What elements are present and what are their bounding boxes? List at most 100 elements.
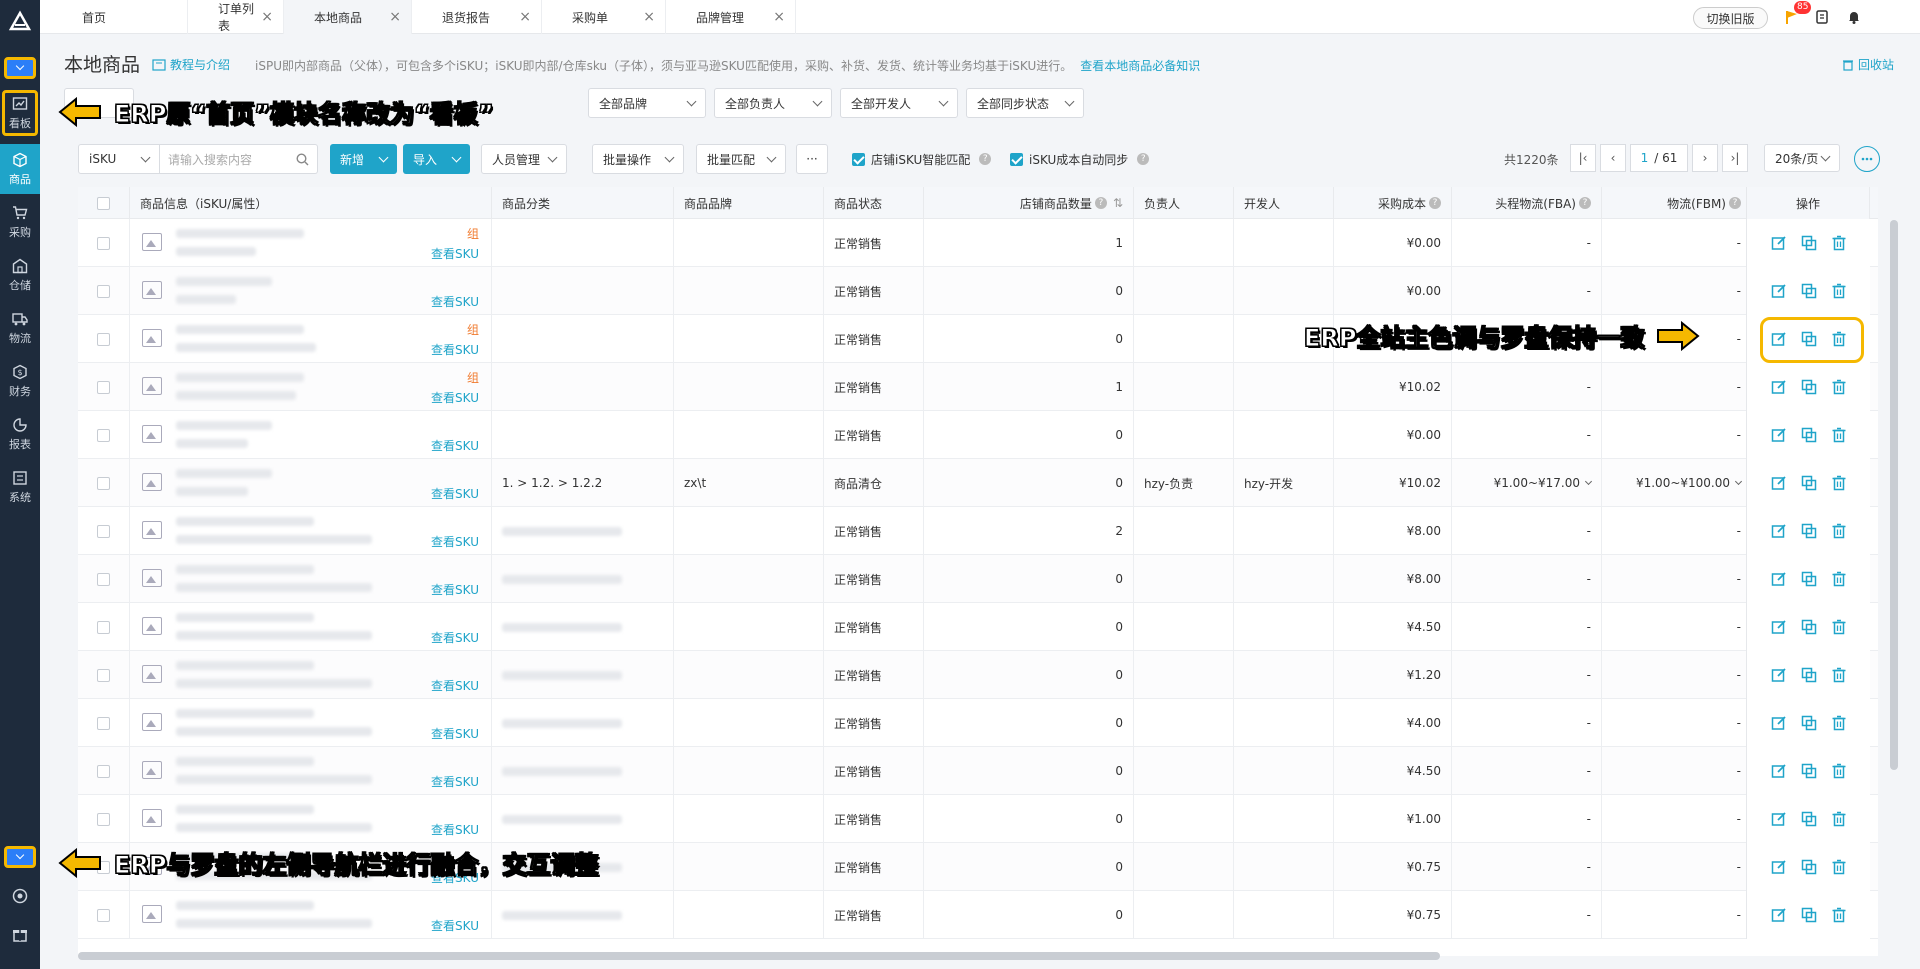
- search-icon[interactable]: [296, 152, 309, 166]
- delete-icon[interactable]: [1830, 570, 1848, 588]
- row-checkbox[interactable]: [97, 764, 110, 778]
- delete-icon[interactable]: [1830, 474, 1848, 492]
- sidebar-item-system[interactable]: 系统: [0, 462, 40, 512]
- settings-icon[interactable]: [1854, 146, 1880, 172]
- row-checkbox[interactable]: [97, 332, 110, 346]
- edit-icon[interactable]: [1770, 522, 1788, 540]
- table-row[interactable]: 查看SKU正常销售0¥8.00--手动: [78, 555, 1878, 603]
- delete-icon[interactable]: [1830, 762, 1848, 780]
- edit-icon[interactable]: [1770, 282, 1788, 300]
- row-checkbox[interactable]: [97, 236, 110, 250]
- sidebar-collapse-bottom[interactable]: [4, 846, 36, 868]
- sidebar-item-money[interactable]: $ 财务: [0, 356, 40, 406]
- page-size-select[interactable]: 20条/页: [1764, 144, 1840, 172]
- people-management-button[interactable]: 人员管理: [481, 144, 567, 174]
- search-input[interactable]: 请输入搜索内容: [160, 144, 318, 174]
- copy-icon[interactable]: [1800, 570, 1818, 588]
- edit-icon[interactable]: [1770, 378, 1788, 396]
- sidebar-collapse-top[interactable]: [4, 57, 36, 79]
- close-icon[interactable]: ×: [773, 9, 785, 25]
- table-row[interactable]: 查看SKU正常销售0¥0.00--手动: [78, 411, 1878, 459]
- sidebar-item-truck[interactable]: 物流: [0, 303, 40, 353]
- sidebar-item-chart[interactable]: 看板: [2, 90, 38, 136]
- edit-icon[interactable]: [1770, 714, 1788, 732]
- row-checkbox[interactable]: [97, 620, 110, 634]
- filter-brand[interactable]: 全部品牌: [588, 88, 706, 118]
- clipboard-icon[interactable]: [1812, 7, 1832, 27]
- edit-icon[interactable]: [1770, 474, 1788, 492]
- copy-icon[interactable]: [1800, 234, 1818, 252]
- view-sku-link[interactable]: 查看SKU: [431, 293, 479, 310]
- tab-4[interactable]: 采购单 ×: [542, 0, 666, 34]
- table-row[interactable]: 查看SKU正常销售0¥1.00--手动: [78, 795, 1878, 843]
- row-checkbox[interactable]: [97, 572, 110, 586]
- tab-3[interactable]: 退货报告 ×: [412, 0, 542, 34]
- delete-icon[interactable]: [1830, 378, 1848, 396]
- close-icon[interactable]: ×: [261, 9, 273, 25]
- sort-icon[interactable]: ⇅: [1113, 196, 1123, 210]
- table-row[interactable]: 查看SKU正常销售0¥4.50--手动: [78, 747, 1878, 795]
- delete-icon[interactable]: [1830, 810, 1848, 828]
- batch-match-button[interactable]: 批量匹配: [696, 144, 786, 174]
- tutorial-link[interactable]: 教程与介绍: [152, 56, 230, 73]
- search-type-select[interactable]: iSKU: [78, 144, 160, 174]
- edit-icon[interactable]: [1770, 762, 1788, 780]
- logo-icon[interactable]: [0, 0, 40, 44]
- row-checkbox[interactable]: [97, 428, 110, 442]
- table-row[interactable]: 查看SKU 1. > 1.2. > 1.2.2 zx\t 商品清仓 0 hzy-负责 hzy…: [78, 459, 1878, 507]
- edit-icon[interactable]: [1770, 426, 1788, 444]
- table-row[interactable]: 查看SKU正常销售0¥4.50--手动: [78, 603, 1878, 651]
- horizontal-scrollbar[interactable]: [78, 952, 1440, 960]
- delete-icon[interactable]: [1830, 522, 1848, 540]
- view-sku-link[interactable]: 查看SKU: [431, 245, 479, 262]
- delete-icon[interactable]: [1830, 906, 1848, 924]
- row-checkbox[interactable]: [97, 380, 110, 394]
- copy-icon[interactable]: [1800, 858, 1818, 876]
- delete-icon[interactable]: [1830, 618, 1848, 636]
- sidebar-item-cart[interactable]: 采购: [0, 197, 40, 247]
- add-button[interactable]: 新增: [330, 144, 397, 174]
- view-sku-link[interactable]: 查看SKU: [431, 533, 479, 550]
- view-sku-link[interactable]: 查看SKU: [431, 677, 479, 694]
- row-checkbox[interactable]: [97, 476, 110, 490]
- edit-icon[interactable]: [1770, 234, 1788, 252]
- copy-icon[interactable]: [1800, 762, 1818, 780]
- row-checkbox[interactable]: [97, 812, 110, 826]
- close-icon[interactable]: ×: [643, 9, 655, 25]
- flag-icon[interactable]: 85: [1782, 1, 1812, 27]
- view-sku-link[interactable]: 查看SKU: [431, 629, 479, 646]
- sidebar-item-warehouse[interactable]: 仓储: [0, 250, 40, 300]
- close-icon[interactable]: ×: [389, 9, 401, 25]
- sidebar-item-pie[interactable]: 报表: [0, 409, 40, 459]
- view-sku-link[interactable]: 查看SKU: [431, 773, 479, 790]
- edit-icon[interactable]: [1770, 618, 1788, 636]
- table-row[interactable]: 组查看SKU正常销售1¥10.02--手动: [78, 363, 1878, 411]
- select-all-checkbox[interactable]: [97, 196, 110, 210]
- cost-sync-checkbox[interactable]: iSKU成本自动同步?: [1010, 144, 1150, 174]
- table-row[interactable]: 查看SKU正常销售0¥0.75--手动: [78, 891, 1878, 939]
- delete-icon[interactable]: [1830, 666, 1848, 684]
- smart-match-checkbox[interactable]: 店铺iSKU智能匹配?: [852, 144, 992, 174]
- edit-icon[interactable]: [1770, 570, 1788, 588]
- chevron-down-icon[interactable]: [1734, 477, 1743, 485]
- copy-icon[interactable]: [1800, 522, 1818, 540]
- delete-icon[interactable]: [1830, 858, 1848, 876]
- filter-developer[interactable]: 全部开发人: [840, 88, 958, 118]
- view-sku-link[interactable]: 查看SKU: [431, 581, 479, 598]
- filter-owner[interactable]: 全部负责人: [714, 88, 832, 118]
- copy-icon[interactable]: [1800, 810, 1818, 828]
- edit-icon[interactable]: [1770, 810, 1788, 828]
- view-sku-link[interactable]: 查看SKU: [431, 821, 479, 838]
- bell-icon[interactable]: [1844, 7, 1864, 27]
- view-sku-link[interactable]: 查看SKU: [431, 917, 479, 934]
- vertical-scrollbar[interactable]: [1890, 220, 1898, 770]
- table-row[interactable]: 查看SKU正常销售2¥8.00--手动: [78, 507, 1878, 555]
- edit-icon[interactable]: [1770, 666, 1788, 684]
- import-button[interactable]: 导入: [403, 144, 470, 174]
- tab-2[interactable]: 本地商品 ×: [284, 0, 412, 34]
- tab-1[interactable]: 订单列表 ×: [188, 0, 284, 34]
- switch-old-version-button[interactable]: 切换旧版: [1693, 7, 1768, 29]
- first-page-button[interactable]: |‹: [1570, 144, 1596, 172]
- sidebar-item-box[interactable]: 商品: [0, 144, 40, 194]
- delete-icon[interactable]: [1830, 234, 1848, 252]
